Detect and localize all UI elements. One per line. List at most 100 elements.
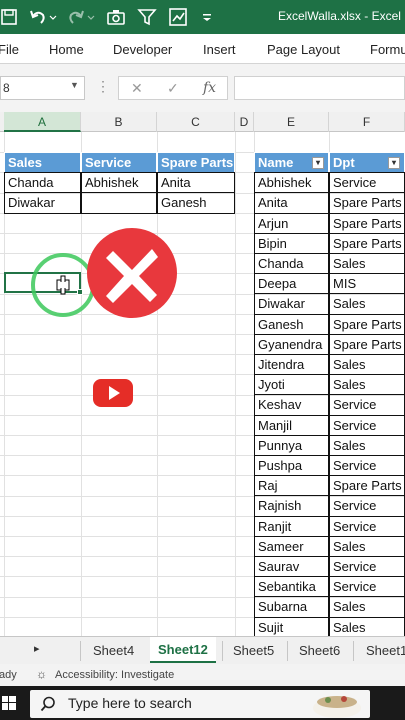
enter-icon[interactable]: ✓ bbox=[167, 80, 179, 97]
right-table-header[interactable]: Dpt ▾ bbox=[329, 152, 405, 174]
right-table-cell[interactable]: Sales bbox=[329, 596, 405, 618]
right-table-cell[interactable]: Chanda bbox=[254, 253, 329, 275]
left-table-cell[interactable]: Anita bbox=[157, 172, 235, 194]
right-table-header[interactable]: Name ▾ bbox=[254, 152, 329, 174]
right-table-cell[interactable]: Service bbox=[329, 515, 405, 537]
right-table-cell[interactable]: Subarna bbox=[254, 596, 329, 618]
formula-input[interactable] bbox=[234, 76, 405, 100]
camera-icon[interactable] bbox=[106, 7, 126, 27]
right-table-cell[interactable]: Sales bbox=[329, 616, 405, 636]
right-table-cell[interactable]: Ranjit bbox=[254, 515, 329, 537]
left-table-cell[interactable]: Chanda bbox=[4, 172, 81, 194]
left-table-header[interactable]: Service bbox=[81, 152, 157, 174]
right-table-cell[interactable]: Service bbox=[329, 394, 405, 416]
left-table-cell[interactable]: Diwakar bbox=[4, 192, 81, 214]
scroll-sheets-right-icon[interactable]: ▸ bbox=[34, 642, 40, 655]
column-header-c[interactable]: C bbox=[157, 112, 235, 132]
right-table-cell[interactable]: Abhishek bbox=[254, 172, 329, 194]
right-table-cell[interactable]: Deepa bbox=[254, 273, 329, 295]
column-header-d[interactable]: D bbox=[235, 112, 254, 132]
undo-dropdown-icon[interactable] bbox=[48, 7, 58, 27]
right-table-cell[interactable]: Spare Parts bbox=[329, 475, 405, 497]
right-table-cell[interactable]: Arjun bbox=[254, 212, 329, 234]
right-table-cell[interactable]: Sales bbox=[329, 374, 405, 396]
sheet-tab-sheet5[interactable]: Sheet5 bbox=[233, 643, 274, 658]
filter-dropdown-icon[interactable]: ▾ bbox=[312, 157, 324, 169]
right-table-cell[interactable]: Sales bbox=[329, 434, 405, 456]
filter-icon[interactable] bbox=[137, 7, 157, 27]
right-table-cell[interactable]: Manjil bbox=[254, 414, 329, 436]
right-table-cell[interactable]: Spare Parts bbox=[329, 232, 405, 254]
quick-access-dropdown-icon[interactable] bbox=[200, 7, 214, 27]
formula-bar: 8 ▼ ⋮ ✕ ✓ fx bbox=[0, 64, 405, 114]
right-table-cell[interactable]: Rajnish bbox=[254, 495, 329, 517]
accessibility-status[interactable]: Accessibility: Investigate bbox=[55, 669, 174, 681]
left-table-header[interactable]: Sales bbox=[4, 152, 81, 174]
right-table-cell[interactable]: Sales bbox=[329, 253, 405, 275]
tab-page-layout[interactable]: Page Layout bbox=[267, 42, 340, 57]
right-table-cell[interactable]: Service bbox=[329, 495, 405, 517]
right-table-cell[interactable]: Service bbox=[329, 576, 405, 598]
tab-home[interactable]: Home bbox=[49, 42, 84, 57]
right-table-cell[interactable]: Pushpa bbox=[254, 455, 329, 477]
right-table-cell[interactable]: Service bbox=[329, 556, 405, 578]
worksheet-grid[interactable]: Sales Service Spare Parts Chanda Abhishek Ani… bbox=[0, 132, 405, 636]
column-headers: A B C D E F bbox=[0, 112, 405, 132]
search-icon bbox=[40, 696, 55, 712]
right-table-cell[interactable]: Spare Parts bbox=[329, 192, 405, 214]
right-table-cell[interactable]: MIS bbox=[329, 273, 405, 295]
left-table-cell[interactable] bbox=[81, 192, 157, 214]
right-table-cell[interactable]: Service bbox=[329, 414, 405, 436]
tab-formulas[interactable]: Formulas bbox=[370, 42, 405, 57]
right-table-cell[interactable]: Sujit bbox=[254, 616, 329, 636]
taskbar: Type here to search bbox=[0, 686, 405, 720]
right-table-cell[interactable]: Sameer bbox=[254, 535, 329, 557]
sheet-tab-sheet6[interactable]: Sheet6 bbox=[299, 643, 340, 658]
sheet-tab-sheet12[interactable]: Sheet12 bbox=[150, 637, 216, 663]
column-header-e[interactable]: E bbox=[254, 112, 329, 132]
right-table-cell[interactable]: Gyanendra bbox=[254, 333, 329, 355]
chart-icon[interactable] bbox=[168, 7, 188, 27]
redo-dropdown-icon[interactable] bbox=[86, 7, 96, 27]
formula-bar-grip-icon: ⋮ bbox=[96, 78, 110, 94]
name-box-dropdown-icon[interactable]: ▼ bbox=[70, 80, 79, 90]
save-icon[interactable] bbox=[0, 7, 20, 27]
right-table-cell[interactable]: Keshav bbox=[254, 394, 329, 416]
right-table-cell[interactable]: Spare Parts bbox=[329, 313, 405, 335]
right-table-cell[interactable]: Spare Parts bbox=[329, 333, 405, 355]
right-table-cell[interactable]: Service bbox=[329, 172, 405, 194]
insert-function-icon[interactable]: fx bbox=[203, 80, 216, 96]
tab-insert[interactable]: Insert bbox=[203, 42, 236, 57]
right-table-cell[interactable]: Sales bbox=[329, 293, 405, 315]
right-table-cell[interactable]: Punnya bbox=[254, 434, 329, 456]
right-table-cell[interactable]: Bipin bbox=[254, 232, 329, 254]
right-table-cell[interactable]: Jitendra bbox=[254, 354, 329, 376]
right-table-cell[interactable]: Sebantika bbox=[254, 576, 329, 598]
windows-start-icon[interactable] bbox=[2, 696, 16, 710]
right-table-cell[interactable]: Spare Parts bbox=[329, 212, 405, 234]
tab-file[interactable]: File bbox=[0, 42, 19, 57]
right-table-cell[interactable]: Raj bbox=[254, 475, 329, 497]
accessibility-icon: ☼ bbox=[36, 667, 47, 681]
right-table-cell[interactable]: Diwakar bbox=[254, 293, 329, 315]
right-table-cell[interactable]: Saurav bbox=[254, 556, 329, 578]
right-table-cell[interactable]: Ganesh bbox=[254, 313, 329, 335]
right-table-cell[interactable]: Jyoti bbox=[254, 374, 329, 396]
tab-developer[interactable]: Developer bbox=[113, 42, 172, 57]
sheet-tab-sheet1[interactable]: Sheet1 bbox=[366, 643, 405, 658]
right-table-cell[interactable]: Service bbox=[329, 455, 405, 477]
cancel-icon[interactable]: ✕ bbox=[131, 80, 143, 97]
column-header-a[interactable]: A bbox=[4, 112, 81, 132]
filter-dropdown-icon[interactable]: ▾ bbox=[388, 157, 400, 169]
right-table-cell[interactable]: Sales bbox=[329, 535, 405, 557]
column-header-b[interactable]: B bbox=[81, 112, 157, 132]
redo-icon[interactable] bbox=[66, 7, 86, 27]
right-table-cell[interactable]: Sales bbox=[329, 354, 405, 376]
column-header-f[interactable]: F bbox=[329, 112, 405, 132]
sheet-tab-sheet4[interactable]: Sheet4 bbox=[93, 643, 134, 658]
left-table-header[interactable]: Spare Parts bbox=[157, 152, 235, 174]
undo-icon[interactable] bbox=[28, 7, 48, 27]
left-table-cell[interactable]: Ganesh bbox=[157, 192, 235, 214]
right-table-cell[interactable]: Anita bbox=[254, 192, 329, 214]
left-table-cell[interactable]: Abhishek bbox=[81, 172, 157, 194]
